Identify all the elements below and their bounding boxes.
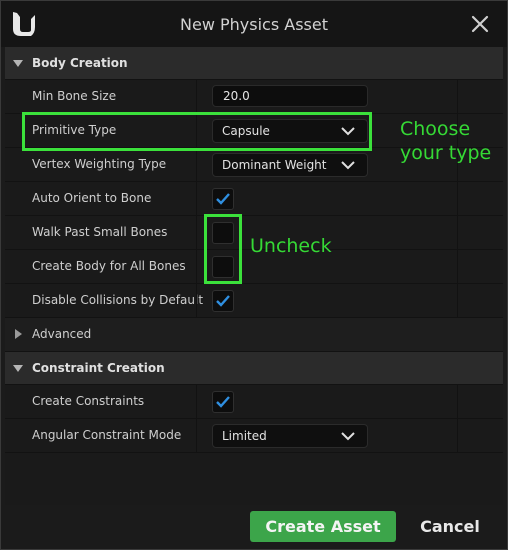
chevron-down-icon — [341, 432, 355, 441]
property-label: Create Constraints — [32, 394, 145, 408]
auto-orient-checkbox[interactable] — [212, 188, 234, 210]
property-label: Walk Past Small Bones — [32, 225, 168, 239]
annotation-uncheck: Uncheck — [250, 235, 332, 257]
property-label: Create Body for All Bones — [32, 259, 186, 273]
annotation-line: your type — [400, 142, 492, 164]
annotation-choose: Choose your type — [400, 117, 491, 165]
section-advanced[interactable]: Advanced — [5, 318, 503, 352]
checkmark-icon — [216, 295, 230, 307]
collapse-arrow-icon — [13, 365, 23, 372]
row-auto-orient: Auto Orient to Bone — [5, 182, 503, 216]
collapse-arrow-icon — [13, 60, 23, 67]
dropdown-value: Limited — [222, 429, 267, 443]
dialog-window: New Physics Asset Body Creation Min Bone… — [0, 0, 508, 550]
expand-arrow-icon — [15, 329, 22, 339]
property-label: Min Bone Size — [32, 89, 117, 103]
vertex-weighting-dropdown[interactable]: Dominant Weight — [212, 153, 368, 177]
row-angular-constraint-mode: Angular Constraint Mode Limited — [5, 419, 503, 453]
title-bar: New Physics Asset — [1, 1, 507, 47]
checkmark-icon — [216, 396, 230, 408]
property-label: Disable Collisions by Default — [32, 293, 204, 307]
section-title: Body Creation — [32, 56, 128, 70]
property-label: Angular Constraint Mode — [32, 428, 182, 442]
section-title: Constraint Creation — [32, 361, 165, 375]
property-label: Auto Orient to Bone — [32, 191, 152, 205]
annotation-line: Choose — [400, 118, 471, 140]
row-disable-collisions: Disable Collisions by Default — [5, 284, 503, 318]
input-value: 20.0 — [223, 89, 250, 103]
disable-collisions-checkbox[interactable] — [212, 290, 234, 312]
section-body-creation[interactable]: Body Creation — [5, 47, 503, 80]
create-asset-button[interactable]: Create Asset — [250, 511, 396, 542]
property-label: Vertex Weighting Type — [32, 157, 167, 171]
row-create-constraints: Create Constraints — [5, 385, 503, 419]
dropdown-value: Dominant Weight — [222, 158, 327, 172]
chevron-down-icon — [341, 161, 355, 170]
min-bone-size-input[interactable]: 20.0 — [212, 85, 368, 107]
angular-constraint-mode-dropdown[interactable]: Limited — [212, 424, 368, 448]
row-min-bone-size: Min Bone Size 20.0 — [5, 80, 503, 114]
highlight-uncheck-boxes — [204, 214, 242, 284]
cancel-button[interactable]: Cancel — [402, 511, 498, 542]
create-constraints-checkbox[interactable] — [212, 391, 234, 413]
checkmark-icon — [216, 193, 230, 205]
close-icon[interactable] — [467, 11, 493, 37]
window-title: New Physics Asset — [180, 15, 328, 34]
section-constraint-creation[interactable]: Constraint Creation — [5, 352, 503, 385]
section-title: Advanced — [32, 327, 92, 341]
highlight-primitive-type — [22, 112, 372, 151]
